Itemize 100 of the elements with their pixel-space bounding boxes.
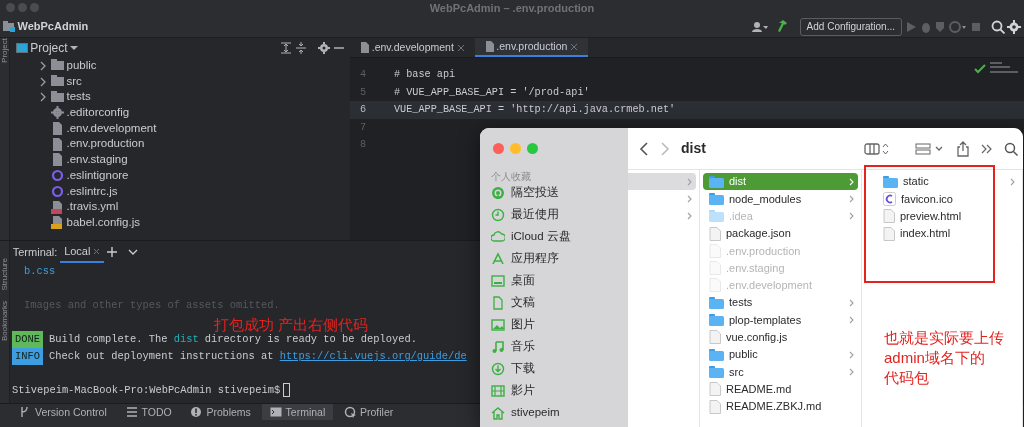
search-icon[interactable] — [1003, 141, 1018, 156]
clock-icon — [491, 208, 505, 222]
sidebar-item[interactable]: 图片 — [480, 314, 628, 336]
tool-window-button[interactable]: Profiler — [336, 404, 402, 420]
file-name[interactable]: tests — [66, 89, 91, 106]
terminal-tab[interactable]: Local — [60, 241, 105, 263]
file-row[interactable]: preview.html — [877, 207, 1019, 225]
file-name[interactable]: public — [66, 58, 97, 74]
file-row[interactable]: README.md — [703, 380, 858, 398]
desktop-icon — [491, 274, 505, 288]
folder-icon — [709, 175, 724, 188]
chevron-icon[interactable] — [38, 76, 48, 87]
tool-window-button[interactable]: Terminal — [261, 404, 334, 420]
back-icon[interactable] — [639, 141, 649, 156]
user-icon[interactable] — [752, 20, 769, 33]
status-badge: INFO — [12, 348, 43, 365]
tool-window-button[interactable]: Version Control — [11, 404, 115, 420]
columns-view-icon[interactable] — [863, 141, 890, 156]
file-name[interactable]: .env.staging — [66, 152, 128, 168]
search-icon[interactable] — [990, 19, 1005, 34]
panel-title[interactable]: Project — [30, 39, 68, 57]
terminal-icon — [269, 406, 282, 418]
side-tab[interactable]: Bookmarks — [0, 300, 9, 341]
file-name[interactable]: babel.config.js — [66, 214, 141, 231]
sidebar-item[interactable]: 影片 — [480, 380, 628, 402]
sidebar-item[interactable]: stivepeim — [480, 402, 628, 424]
collapse-icon[interactable] — [295, 42, 307, 54]
file-icon — [484, 41, 494, 52]
sidebar-item[interactable]: 文稿 — [480, 292, 628, 314]
file-icon — [50, 153, 64, 167]
ring-icon — [50, 169, 64, 183]
group-icon[interactable] — [914, 141, 945, 156]
link[interactable]: https://cli.vuejs.org/guide/de — [279, 348, 467, 365]
yaml-file-icon — [50, 200, 64, 214]
annotation: 打包成功 产出右侧代码 — [214, 315, 369, 334]
window-title: WebPcAdmin – .env.production — [429, 1, 595, 16]
cursor — [283, 383, 291, 397]
panel-icon — [15, 43, 28, 53]
sidebar-item[interactable]: iCloud 云盘 — [480, 226, 628, 248]
folder-title: dist — [681, 139, 706, 158]
tool-window-button[interactable]: Problems — [182, 404, 259, 420]
file-row[interactable]: public — [703, 345, 858, 364]
tool-window-button[interactable]: TODO — [117, 404, 180, 420]
file-row[interactable]: src — [703, 363, 858, 381]
file-row[interactable]: index.html — [877, 224, 1019, 243]
sidebar-item[interactable]: 音乐 — [480, 336, 628, 358]
terminal-prompt: Stivepeim-MacBook-Pro:WebPcAdmin stivepeim$ — [12, 383, 281, 398]
more-icon[interactable] — [980, 142, 993, 155]
annotation: 也就是实际要上传 admin域名下的 代码包 — [884, 328, 1004, 388]
apps-icon — [491, 252, 505, 266]
folder-icon — [709, 348, 724, 361]
settings-icon[interactable] — [1007, 19, 1022, 34]
file-row[interactable]: plop-templates — [703, 311, 858, 329]
chevron-icon[interactable] — [38, 92, 48, 103]
file-name[interactable]: .editorconfig — [66, 105, 130, 121]
file-row[interactable]: static — [877, 173, 1019, 191]
folder-icon — [50, 75, 64, 89]
file-name[interactable]: src — [66, 73, 82, 90]
terminal-line: Check out deployment instructions at — [48, 349, 275, 364]
dropdown-icon[interactable] — [127, 248, 138, 256]
add-icon[interactable] — [106, 247, 117, 257]
airdrop-icon — [491, 186, 505, 200]
file-name[interactable]: .eslintrc.js — [66, 183, 118, 200]
home-icon — [491, 406, 505, 420]
expand-icon[interactable] — [280, 42, 293, 54]
file-row[interactable]: package.json — [703, 224, 858, 243]
file-name[interactable]: .eslintignore — [66, 167, 129, 184]
file-row[interactable]: vue.config.js — [703, 328, 858, 346]
file-name[interactable]: .travis.yml — [66, 199, 119, 215]
side-tab[interactable]: Structure — [0, 257, 9, 290]
sidebar-item[interactable]: 应用程序 — [480, 248, 628, 270]
chevron-icon — [1010, 177, 1015, 186]
check-icon — [974, 64, 986, 74]
file-icon — [50, 122, 64, 136]
close-icon[interactable] — [570, 42, 579, 51]
sidebar-item[interactable]: 隔空投送 — [480, 182, 628, 204]
side-tab[interactable]: Project — [0, 38, 9, 63]
close-icon[interactable] — [93, 247, 101, 255]
close-icon[interactable] — [456, 43, 465, 52]
editor-tab[interactable]: .env.production — [474, 38, 589, 57]
file-row[interactable]: README.ZBKJ.md — [703, 397, 858, 416]
sidebar-item[interactable]: 下载 — [480, 358, 628, 380]
file-name[interactable]: .env.development — [66, 120, 157, 137]
sidebar-item[interactable]: 最近使用 — [480, 204, 628, 226]
chevron-icon[interactable] — [38, 60, 48, 71]
file-row[interactable]: tests — [703, 294, 858, 312]
sidebar-item[interactable]: 桌面 — [480, 270, 628, 292]
dropdown-icon[interactable] — [70, 45, 79, 51]
file-row[interactable]: node_modules — [703, 190, 858, 208]
code-line: VUE_APP_BASE_API = 'http://api.java.crmeb.net' — [394, 103, 676, 118]
project-name[interactable]: WebPcAdmin — [17, 18, 89, 35]
settings-icon[interactable] — [317, 42, 330, 54]
file-name[interactable]: .env.production — [66, 136, 145, 153]
chevron-icon — [849, 316, 854, 324]
file-row[interactable]: favicon.ico — [877, 190, 1019, 208]
run-configuration-button[interactable]: Add Configuration... — [799, 17, 902, 36]
editor-tab[interactable]: .env.development — [350, 38, 475, 57]
share-icon[interactable] — [955, 140, 970, 157]
terminal-line: b.css — [23, 264, 56, 279]
folder-icon — [709, 296, 724, 309]
